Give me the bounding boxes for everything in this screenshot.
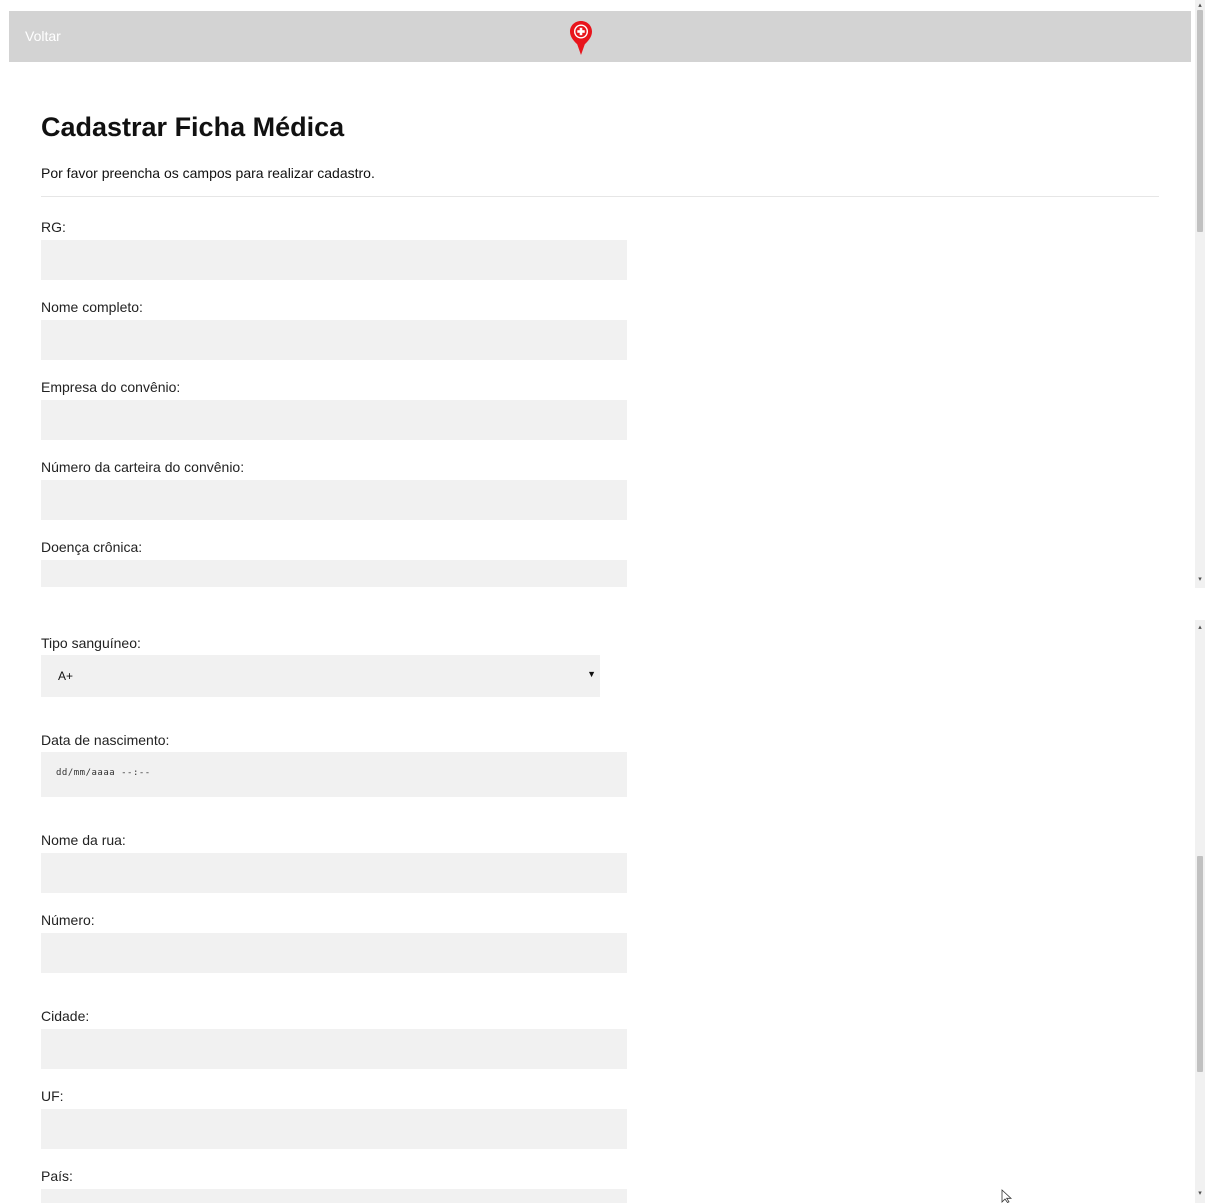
tipo-sanguineo-selected-value: A+ — [58, 669, 74, 683]
numero-input[interactable] — [41, 933, 627, 973]
nome-completo-label: Nome completo: — [41, 299, 143, 315]
scrollbar-lower[interactable]: ▴ ▾ — [1195, 620, 1205, 1203]
back-link[interactable]: Voltar — [25, 28, 61, 44]
tipo-sanguineo-select[interactable]: A+ ▼ — [41, 655, 600, 697]
scrollbar-upper[interactable]: ▴ ▾ — [1195, 0, 1205, 588]
doenca-cronica-label: Doença crônica: — [41, 539, 143, 555]
header-divider — [41, 196, 1159, 197]
scroll-up-arrow-icon[interactable]: ▴ — [1196, 2, 1204, 10]
pais-label: País: — [41, 1168, 73, 1184]
empresa-convenio-label: Empresa do convênio: — [41, 379, 181, 395]
cidade-label: Cidade: — [41, 1008, 90, 1024]
numero-carteira-label: Número da carteira do convênio: — [41, 459, 245, 475]
scrollbar-thumb-upper[interactable] — [1197, 10, 1203, 232]
nome-rua-label: Nome da rua: — [41, 832, 126, 848]
data-nascimento-label: Data de nascimento: — [41, 732, 170, 748]
medical-location-pin-icon[interactable] — [569, 20, 593, 56]
nome-rua-input[interactable] — [41, 853, 627, 893]
rg-input[interactable] — [41, 240, 627, 280]
doenca-cronica-input[interactable] — [41, 560, 627, 587]
scroll-down-arrow-icon[interactable]: ▾ — [1196, 1190, 1204, 1198]
empresa-convenio-input[interactable] — [41, 400, 627, 440]
numero-label: Número: — [41, 912, 95, 928]
scroll-up-arrow-icon[interactable]: ▴ — [1196, 624, 1204, 632]
uf-input[interactable] — [41, 1109, 627, 1149]
rg-label: RG: — [41, 219, 66, 235]
scroll-down-arrow-icon[interactable]: ▾ — [1196, 576, 1204, 584]
nome-completo-input[interactable] — [41, 320, 627, 360]
scrollbar-thumb-lower[interactable] — [1197, 856, 1203, 1072]
mouse-pointer-icon — [1001, 1189, 1013, 1203]
page: Voltar ▴ ▾ ▴ ▾ Cadastrar Ficha Médica Po… — [0, 0, 1205, 1203]
uf-label: UF: — [41, 1088, 64, 1104]
numero-carteira-input[interactable] — [41, 480, 627, 520]
caret-down-icon: ▼ — [587, 669, 596, 679]
data-nascimento-placeholder: dd/mm/aaaa --:-- — [56, 768, 151, 778]
tipo-sanguineo-label: Tipo sanguíneo: — [41, 635, 141, 651]
cidade-input[interactable] — [41, 1029, 627, 1069]
page-title: Cadastrar Ficha Médica — [41, 112, 345, 142]
pais-input[interactable] — [41, 1189, 627, 1203]
data-nascimento-input[interactable]: dd/mm/aaaa --:-- — [41, 752, 627, 797]
page-subtitle: Por favor preencha os campos para realiz… — [41, 165, 375, 181]
top-nav-bar: Voltar — [9, 11, 1191, 62]
